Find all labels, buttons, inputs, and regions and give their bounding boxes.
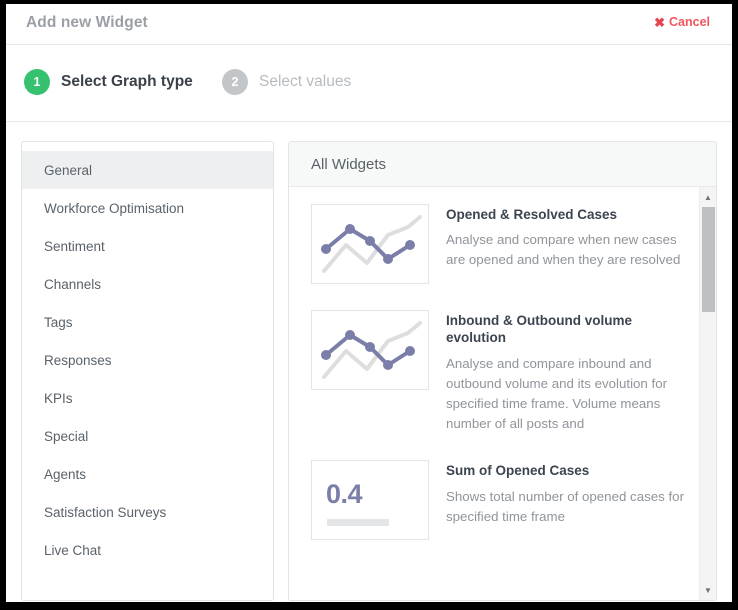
dialog-body: General Workforce Optimisation Sentiment… bbox=[6, 122, 732, 601]
step-2-number: 2 bbox=[222, 69, 248, 95]
cancel-button[interactable]: ✖ Cancel bbox=[654, 15, 710, 29]
step-select-values[interactable]: 2 Select values bbox=[222, 69, 351, 95]
widget-description: Analyse and compare inbound and outbound… bbox=[446, 355, 668, 432]
sidebar-item-channels[interactable]: Channels bbox=[22, 265, 273, 303]
step-1-label: Select Graph type bbox=[61, 73, 193, 90]
sidebar-item-label: Channels bbox=[44, 276, 102, 292]
step-2-label: Select values bbox=[259, 73, 352, 90]
line-chart-icon bbox=[311, 310, 429, 390]
sidebar-item-general[interactable]: General bbox=[22, 151, 273, 189]
big-number-icon: 0.4 bbox=[311, 460, 429, 541]
widgets-panel-header: All Widgets bbox=[289, 142, 716, 187]
category-sidebar: General Workforce Optimisation Sentiment… bbox=[21, 141, 274, 601]
big-number-value: 0.4 bbox=[326, 479, 363, 510]
scrollbar-thumb[interactable] bbox=[702, 207, 715, 312]
widget-text: Inbound & Outbound volume evolution Anal… bbox=[446, 310, 684, 434]
sidebar-item-label: General bbox=[44, 162, 93, 178]
sidebar-item-label: Tags bbox=[44, 314, 73, 330]
sidebar-item-sentiment[interactable]: Sentiment bbox=[22, 227, 273, 265]
sidebar-item-label: KPIs bbox=[44, 390, 73, 406]
sidebar-item-workforce-optimisation[interactable]: Workforce Optimisation bbox=[22, 189, 273, 227]
widget-text: Opened & Resolved Cases Analyse and comp… bbox=[446, 204, 684, 271]
widget-title: Opened & Resolved Cases bbox=[446, 207, 618, 222]
sidebar-item-satisfaction-surveys[interactable]: Satisfaction Surveys bbox=[22, 493, 273, 531]
step-1-number: 1 bbox=[24, 69, 50, 95]
chevron-up-icon[interactable]: ▲ bbox=[700, 189, 716, 205]
sidebar-item-label: Satisfaction Surveys bbox=[44, 504, 167, 520]
list-item[interactable]: Opened & Resolved Cases Analyse and comp… bbox=[289, 204, 684, 284]
sidebar-item-label: Special bbox=[44, 428, 89, 444]
close-x-icon: ✖ bbox=[654, 14, 665, 30]
sidebar-item-label: Responses bbox=[44, 352, 112, 368]
sidebar-item-label: Agents bbox=[44, 466, 87, 482]
widget-description: Analyse and compare when new cases are o… bbox=[446, 232, 681, 268]
underline-bar bbox=[327, 519, 389, 527]
list-item[interactable]: Inbound & Outbound volume evolution Anal… bbox=[289, 310, 684, 434]
chevron-down-icon[interactable]: ▼ bbox=[700, 582, 716, 598]
widget-text: Sum of Opened Cases Shows total number o… bbox=[446, 460, 684, 527]
sidebar-item-live-chat[interactable]: Live Chat bbox=[22, 531, 273, 569]
sidebar-item-kpis[interactable]: KPIs bbox=[22, 379, 273, 417]
list-item[interactable]: 0.4 Sum of Opened Cases Shows total numb… bbox=[289, 460, 684, 541]
sidebar-item-label: Sentiment bbox=[44, 238, 105, 254]
widgets-scroll-area: Opened & Resolved Cases Analyse and comp… bbox=[289, 187, 716, 600]
sidebar-item-tags[interactable]: Tags bbox=[22, 303, 273, 341]
cancel-label: Cancel bbox=[669, 15, 710, 29]
sidebar-item-label: Live Chat bbox=[44, 542, 102, 558]
add-widget-dialog: Add new Widget ✖ Cancel 1 Select Graph t… bbox=[6, 4, 732, 602]
sidebar-item-responses[interactable]: Responses bbox=[22, 341, 273, 379]
widgets-panel: All Widgets Opened & Resolved Cases Anal… bbox=[288, 141, 717, 601]
step-select-graph-type[interactable]: 1 Select Graph type bbox=[24, 69, 193, 95]
page-title: Add new Widget bbox=[26, 14, 148, 31]
widgets-scrollbar[interactable]: ▲ ▼ bbox=[699, 187, 716, 600]
dialog-header: Add new Widget ✖ Cancel bbox=[6, 4, 732, 45]
sidebar-item-special[interactable]: Special bbox=[22, 417, 273, 455]
widget-title: Inbound & Outbound volume evolution bbox=[446, 313, 632, 346]
sidebar-item-agents[interactable]: Agents bbox=[22, 455, 273, 493]
sidebar-item-label: Workforce Optimisation bbox=[44, 200, 185, 216]
widget-description: Shows total number of opened cases for s… bbox=[446, 488, 685, 524]
line-chart-icon bbox=[311, 204, 429, 284]
step-indicator: 1 Select Graph type 2 Select values bbox=[6, 45, 732, 122]
widget-title: Sum of Opened Cases bbox=[446, 463, 590, 479]
widgets-list: Opened & Resolved Cases Analyse and comp… bbox=[289, 187, 684, 566]
